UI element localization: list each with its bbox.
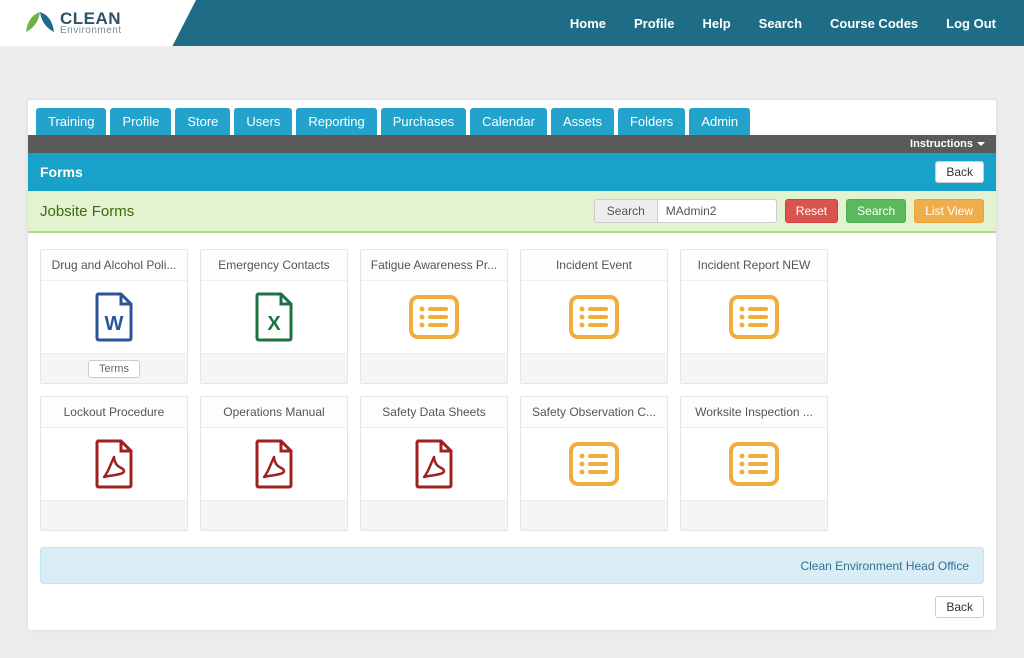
search-label: Search (594, 199, 657, 223)
list-file-icon (521, 428, 667, 500)
list-file-icon (681, 281, 827, 353)
section-header: Forms Back (28, 153, 996, 191)
instructions-toggle[interactable]: Instructions (28, 135, 996, 153)
search-group: Search (594, 199, 777, 223)
form-card-title: Incident Event (521, 250, 667, 281)
tab-calendar[interactable]: Calendar (470, 108, 547, 135)
terms-button[interactable]: Terms (88, 360, 140, 378)
form-card-title: Operations Manual (201, 397, 347, 428)
list-file-icon (681, 428, 827, 500)
form-card-footer (361, 353, 507, 383)
form-card-title: Drug and Alcohol Poli... (41, 250, 187, 281)
form-card-title: Fatigue Awareness Pr... (361, 250, 507, 281)
form-card-title: Safety Observation C... (521, 397, 667, 428)
form-card-title: Worksite Inspection ... (681, 397, 827, 428)
list-file-icon (361, 281, 507, 353)
top-bar: CLEAN Environment Home Profile Help Sear… (0, 0, 1024, 46)
word-file-icon: W (41, 281, 187, 353)
form-card[interactable]: Emergency Contacts X (200, 249, 348, 384)
breadcrumb: Clean Environment Head Office (40, 547, 984, 584)
form-card-footer (521, 500, 667, 530)
top-nav: Home Profile Help Search Course Codes Lo… (570, 16, 1024, 31)
main-panel: Training Profile Store Users Reporting P… (28, 100, 996, 630)
form-card[interactable]: Lockout Procedure (40, 396, 188, 531)
listview-button[interactable]: List View (914, 199, 984, 223)
nav-course-codes[interactable]: Course Codes (830, 16, 918, 31)
reset-button[interactable]: Reset (785, 199, 838, 223)
form-card[interactable]: Worksite Inspection ... (680, 396, 828, 531)
form-card[interactable]: Operations Manual (200, 396, 348, 531)
folder-title: Jobsite Forms (40, 203, 134, 220)
logo[interactable]: CLEAN Environment (0, 0, 196, 46)
form-card-footer (361, 500, 507, 530)
pdf-file-icon (201, 428, 347, 500)
filter-bar: Jobsite Forms Search Reset Search List V… (28, 191, 996, 233)
form-card[interactable]: Incident Report NEW (680, 249, 828, 384)
form-card-footer (41, 500, 187, 530)
search-button[interactable]: Search (846, 199, 906, 223)
form-card-footer (201, 500, 347, 530)
nav-profile[interactable]: Profile (634, 16, 674, 31)
svg-text:W: W (105, 313, 124, 335)
tab-folders[interactable]: Folders (618, 108, 685, 135)
pdf-file-icon (361, 428, 507, 500)
list-file-icon (521, 281, 667, 353)
excel-file-icon: X (201, 281, 347, 353)
form-card-footer (201, 353, 347, 383)
cards-grid: Drug and Alcohol Poli... W TermsEmergenc… (28, 233, 996, 535)
chevron-down-icon (976, 139, 986, 149)
nav-logout[interactable]: Log Out (946, 16, 996, 31)
tab-assets[interactable]: Assets (551, 108, 614, 135)
form-card-title: Lockout Procedure (41, 397, 187, 428)
module-tabs: Training Profile Store Users Reporting P… (28, 100, 996, 135)
svg-text:X: X (267, 313, 281, 335)
form-card-title: Incident Report NEW (681, 250, 827, 281)
nav-search[interactable]: Search (759, 16, 802, 31)
leaf-icon (26, 12, 54, 34)
logo-text: CLEAN Environment (60, 10, 122, 36)
section-title: Forms (40, 164, 83, 180)
tab-training[interactable]: Training (36, 108, 106, 135)
pdf-file-icon (41, 428, 187, 500)
nav-home[interactable]: Home (570, 16, 606, 31)
form-card-footer (681, 353, 827, 383)
tab-admin[interactable]: Admin (689, 108, 750, 135)
form-card[interactable]: Safety Observation C... (520, 396, 668, 531)
tab-reporting[interactable]: Reporting (296, 108, 376, 135)
form-card-footer (521, 353, 667, 383)
form-card-footer: Terms (41, 353, 187, 383)
back-button-top[interactable]: Back (935, 161, 984, 183)
breadcrumb-link[interactable]: Clean Environment Head Office (800, 559, 969, 573)
instructions-label: Instructions (910, 138, 973, 150)
form-card-title: Emergency Contacts (201, 250, 347, 281)
form-card[interactable]: Drug and Alcohol Poli... W Terms (40, 249, 188, 384)
nav-help[interactable]: Help (702, 16, 730, 31)
search-input[interactable] (657, 199, 777, 223)
form-card-footer (681, 500, 827, 530)
form-card-title: Safety Data Sheets (361, 397, 507, 428)
form-card[interactable]: Safety Data Sheets (360, 396, 508, 531)
back-button-bottom[interactable]: Back (935, 596, 984, 618)
tab-purchases[interactable]: Purchases (381, 108, 466, 135)
tab-profile[interactable]: Profile (110, 108, 171, 135)
form-card[interactable]: Fatigue Awareness Pr... (360, 249, 508, 384)
tab-store[interactable]: Store (175, 108, 230, 135)
form-card[interactable]: Incident Event (520, 249, 668, 384)
tab-users[interactable]: Users (234, 108, 292, 135)
